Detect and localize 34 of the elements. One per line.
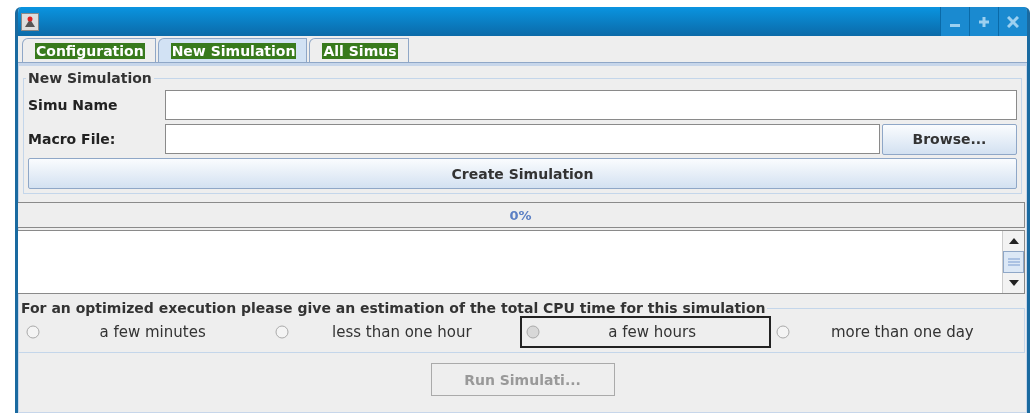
close-icon[interactable] [1007,15,1019,28]
field-label: Simu Name [28,97,119,113]
tab[interactable]: New Simulation [157,38,308,62]
radio-option[interactable]: a few hours [519,316,771,348]
radio-button[interactable] [26,325,40,339]
progress-text: 0% [509,207,532,223]
group-title: For an optimized execution please give an estimation of the total CPU time for this simulation [20,300,767,316]
option-label: a few hours [607,323,697,341]
radio-button[interactable] [275,325,290,339]
radio-option[interactable]: a few minutes [21,317,271,347]
option-label: less than one hour [331,323,473,341]
radio-option[interactable]: more than one day [770,317,1020,347]
maximize-button[interactable] [969,7,998,36]
group-title: New Simulation [27,70,153,86]
up-arrow-icon[interactable] [1008,238,1019,244]
grip-icon [1007,258,1020,266]
radio-button[interactable] [775,325,790,339]
tab[interactable]: Configuration [22,38,156,62]
option-label: more than one day [830,323,975,341]
radio-option[interactable]: less than one hour [270,317,520,347]
down-arrow-icon[interactable] [1008,280,1019,286]
radio-button[interactable] [525,325,540,339]
minimize-button[interactable] [940,7,969,36]
input-field[interactable] [165,124,880,154]
create-button[interactable]: Create Simulation [28,158,1017,189]
field-label: Macro File: [28,131,117,147]
app-icon [21,12,39,31]
tab[interactable]: All Simus [309,38,409,62]
maximize-icon[interactable] [978,15,990,28]
browse-button[interactable]: Browse... [882,123,1017,155]
scrollbar[interactable] [1002,231,1024,293]
option-label: a few minutes [98,323,207,341]
close-button[interactable] [998,7,1027,36]
input-field[interactable] [165,90,1017,120]
